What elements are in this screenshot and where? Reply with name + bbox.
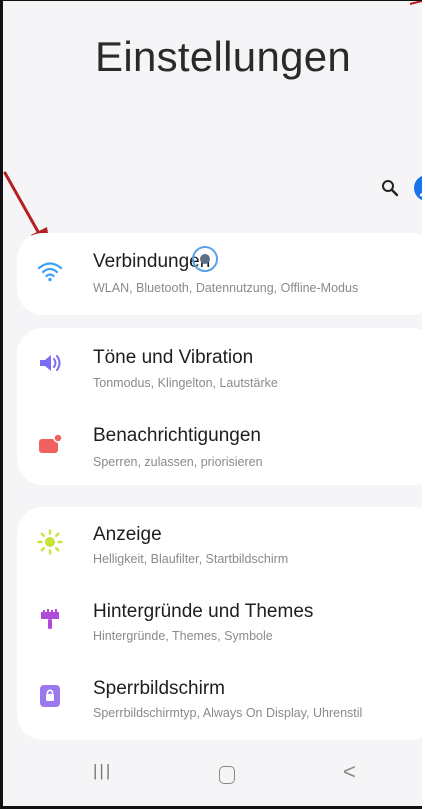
wifi-icon (37, 262, 63, 282)
settings-item-subtitle: WLAN, Bluetooth, Datennutzung, Offline-M… (93, 281, 359, 295)
settings-item-subtitle: Tonmodus, Klingelton, Lautstärke (93, 376, 278, 390)
settings-item-subtitle: Helligkeit, Blaufilter, Startbildschirm (93, 552, 289, 566)
settings-group-sound-notifications: Töne und Vibration Tonmodus, Klingelton,… (17, 328, 422, 485)
brush-icon (41, 609, 59, 629)
settings-item-title: Hintergründe und Themes (93, 601, 314, 622)
sound-icon (40, 355, 61, 371)
lock-screen-icon (40, 685, 60, 707)
settings-screen: Einstellungen Verbindungen WLAN, Bluetoo… (0, 0, 422, 809)
settings-item-wallpapers-themes[interactable]: Hintergründe und Themes Hintergründe, Th… (17, 584, 422, 660)
brightness-icon (37, 529, 63, 555)
page-title: Einstellungen (95, 33, 352, 80)
settings-item-display[interactable]: Anzeige Helligkeit, Blaufilter, Startbil… (17, 507, 422, 583)
settings-item-title: Anzeige (93, 524, 162, 545)
settings-group-connections: Verbindungen WLAN, Bluetooth, Datennutzu… (17, 233, 422, 315)
touch-indicator-dot (200, 254, 210, 264)
system-navigation-bar: ||| < (3, 747, 422, 803)
settings-group-display: Anzeige Helligkeit, Blaufilter, Startbil… (17, 507, 422, 740)
recents-button[interactable]: ||| (93, 761, 112, 781)
account-icon[interactable] (413, 174, 422, 202)
notification-icon (39, 433, 63, 453)
settings-item-title: Töne und Vibration (93, 347, 254, 368)
settings-item-subtitle: Sperrbildschirmtyp, Always On Display, U… (93, 706, 363, 720)
settings-item-notifications[interactable]: Benachrichtigungen Sperren, zulassen, pr… (17, 407, 422, 483)
red-annotation-mark (409, 1, 422, 5)
back-button[interactable]: < (343, 759, 356, 785)
home-button[interactable] (219, 766, 235, 784)
settings-item-lock-screen[interactable]: Sperrbildschirm Sperrbildschirmtyp, Alwa… (17, 661, 422, 737)
settings-item-title: Benachrichtigungen (93, 425, 261, 446)
settings-item-subtitle: Sperren, zulassen, priorisieren (93, 455, 263, 469)
settings-item-sound[interactable]: Töne und Vibration Tonmodus, Klingelton,… (17, 328, 422, 404)
settings-item-subtitle: Hintergründe, Themes, Symbole (93, 629, 273, 643)
settings-item-connections[interactable]: Verbindungen WLAN, Bluetooth, Datennutzu… (17, 236, 422, 312)
settings-item-title: Sperrbildschirm (93, 678, 225, 699)
search-icon[interactable] (381, 179, 399, 197)
header-actions (381, 174, 422, 202)
